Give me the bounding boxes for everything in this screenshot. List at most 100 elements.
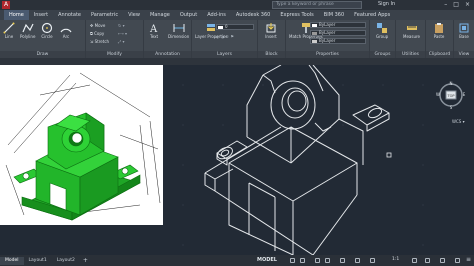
- wireframe-model[interactable]: [163, 65, 474, 255]
- arc-icon: [60, 28, 72, 33]
- circle-label: Circle: [41, 34, 53, 39]
- text-label: Text: [149, 34, 159, 39]
- layer-tools-icons[interactable]: ◐ ◑ ☼ ⚑: [216, 34, 234, 39]
- panel-view-title: View: [454, 51, 474, 58]
- group-icon: [377, 23, 388, 33]
- tab-manage[interactable]: Manage: [145, 10, 175, 20]
- measure-button[interactable]: Measure: [403, 22, 420, 39]
- tab-featured-apps[interactable]: Featured Apps: [349, 10, 395, 20]
- linetype-swatch: [312, 32, 317, 35]
- tab-add-ins[interactable]: Add-ins: [202, 10, 231, 20]
- tab-view[interactable]: View: [123, 10, 145, 20]
- linetype-dropdown[interactable]: ByLayer: [310, 30, 366, 36]
- line-label: Line: [4, 34, 14, 39]
- paste-button[interactable]: Paste: [433, 22, 445, 39]
- tab-bim-360[interactable]: BIM 360: [319, 10, 349, 20]
- panel-annotation-title: Annotation: [144, 51, 191, 58]
- isolate-icon[interactable]: [440, 258, 445, 263]
- tab-model-layout[interactable]: Model: [0, 256, 24, 265]
- base-view-icon: [459, 23, 469, 33]
- linetype-value: ByLayer: [319, 30, 336, 35]
- sign-in-link[interactable]: Sign In: [378, 1, 395, 7]
- tab-insert[interactable]: Insert: [29, 10, 53, 20]
- tab-express-tools[interactable]: Express Tools: [275, 10, 318, 20]
- insert-button[interactable]: Insert: [265, 22, 277, 39]
- polyline-button[interactable]: Polyline: [20, 22, 35, 39]
- wcs-menu[interactable]: WCS ▾: [452, 119, 465, 124]
- lineweight-value: ByLayer: [319, 38, 336, 43]
- minimize-button[interactable]: –: [444, 1, 447, 8]
- panel-draw-title: Draw: [0, 51, 85, 58]
- panel-view: Base View: [454, 20, 474, 58]
- panel-draw: Line Polyline Circle Arc Draw: [0, 20, 86, 58]
- file-tab-strip: [0, 58, 474, 65]
- tab-home[interactable]: Home: [4, 10, 29, 20]
- tab-annotate[interactable]: Annotate: [53, 10, 86, 20]
- copy-tool[interactable]: ⧉ Copy: [90, 31, 104, 36]
- fullscreen-icon[interactable]: [455, 258, 460, 263]
- tab-layout2[interactable]: Layout2: [52, 257, 80, 265]
- tab-output[interactable]: Output: [175, 10, 202, 20]
- base-view-label: Base: [459, 34, 469, 39]
- panel-utilities: Measure Utilities: [396, 20, 426, 58]
- plus-icon[interactable]: [425, 258, 430, 263]
- base-view-button[interactable]: Base: [458, 22, 470, 39]
- panel-properties-title: Properties: [286, 51, 369, 58]
- viewcube[interactable]: TOP N S W E: [436, 80, 466, 110]
- lineweight-toggle-icon[interactable]: [370, 258, 375, 263]
- panel-modify-title: Modify: [86, 51, 143, 58]
- model-space-toggle[interactable]: MODEL: [257, 257, 277, 263]
- osnap-toggle-icon[interactable]: [340, 258, 345, 263]
- move-tool[interactable]: ✥ Move: [90, 23, 105, 28]
- wcs-label: WCS: [452, 119, 462, 124]
- status-bar: Model Layout1 Layout2 + MODEL 1:1 ≡: [0, 255, 474, 266]
- compass-south[interactable]: S: [450, 105, 453, 110]
- app-menu-icon[interactable]: A: [2, 1, 10, 9]
- annotation-scale[interactable]: 1:1: [392, 257, 399, 262]
- compass-north[interactable]: N: [450, 81, 453, 86]
- ribbon: Line Polyline Circle Arc Draw ✥ Move ⧉ C…: [0, 20, 474, 58]
- menu-icon[interactable]: ≡: [466, 256, 471, 263]
- compass-west[interactable]: W: [436, 92, 440, 97]
- group-button[interactable]: Group: [376, 22, 388, 39]
- gear-icon[interactable]: [412, 258, 417, 263]
- mirror-icon[interactable]: ⟷ ▾: [118, 31, 127, 36]
- compass-icon[interactable]: TOP N S W E: [436, 80, 466, 110]
- color-dropdown[interactable]: ByLayer: [310, 22, 366, 28]
- compass-east[interactable]: E: [463, 92, 466, 97]
- dimension-button[interactable]: Dimension: [168, 22, 189, 39]
- close-button[interactable]: ×: [465, 1, 470, 8]
- circle-button[interactable]: Circle: [41, 22, 53, 39]
- drawing-canvas[interactable]: [163, 65, 474, 255]
- panel-layers: Layer Properties 0 ◐ ◑ ☼ ⚑ Layers: [192, 20, 258, 58]
- snap-toggle-icon[interactable]: [300, 258, 305, 263]
- search-input[interactable]: Type a keyword or phrase: [272, 1, 362, 9]
- lineweight-swatch: [312, 40, 317, 43]
- tab-layout1[interactable]: Layout1: [24, 257, 52, 265]
- panel-block-title: Block: [258, 51, 285, 58]
- otrack-toggle-icon[interactable]: [355, 258, 360, 263]
- tab-autodesk-360[interactable]: Autodesk 360: [231, 10, 276, 20]
- polar-toggle-icon[interactable]: [325, 258, 330, 263]
- arc-button[interactable]: Arc: [60, 22, 72, 39]
- lineweight-dropdown[interactable]: ByLayer: [310, 38, 366, 44]
- panel-annotation: A Text Dimension Annotation: [144, 20, 192, 58]
- panel-clipboard: Paste Clipboard: [426, 20, 454, 58]
- text-button[interactable]: A Text: [148, 22, 160, 39]
- rotate-icon[interactable]: ↻ ▾: [118, 23, 125, 28]
- ortho-toggle-icon[interactable]: [315, 258, 320, 263]
- scale-icon[interactable]: ⤢ ▾: [118, 39, 124, 44]
- maximize-button[interactable]: □: [453, 1, 459, 8]
- paste-label: Paste: [433, 34, 445, 39]
- stretch-tool[interactable]: ⇲ Stretch: [90, 39, 109, 44]
- measure-label: Measure: [403, 34, 420, 39]
- circle-icon: [41, 22, 53, 34]
- line-button[interactable]: Line: [3, 22, 15, 39]
- layer-color-swatch: [218, 26, 223, 29]
- tab-parametric[interactable]: Parametric: [86, 10, 123, 20]
- polyline-label: Polyline: [20, 34, 36, 39]
- grid-toggle-icon[interactable]: [290, 258, 295, 263]
- layer-dropdown[interactable]: 0: [216, 24, 254, 30]
- add-layout-icon[interactable]: +: [80, 257, 91, 264]
- color-value: ByLayer: [319, 22, 336, 27]
